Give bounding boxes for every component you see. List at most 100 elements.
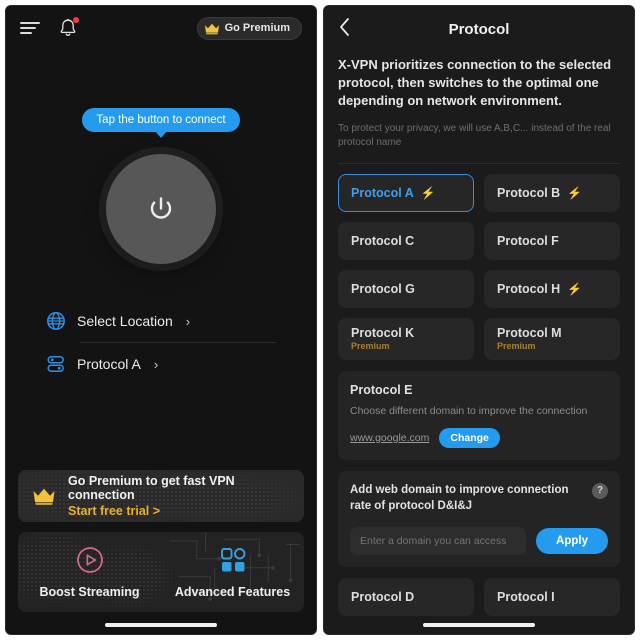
premium-badge: Premium	[497, 341, 536, 352]
protocol-option-g[interactable]: Protocol G	[338, 269, 474, 308]
premium-banner-text: Go Premium to get fast VPN connection St…	[68, 474, 290, 518]
protocol-row[interactable]: Protocol A ›	[46, 345, 276, 383]
home-screen-content: Go Premium Tap the button to connect Sel…	[6, 6, 316, 634]
lightning-icon: ⚡	[420, 185, 436, 200]
protocol-option-inner: Protocol A ⚡	[351, 186, 461, 200]
premium-banner-title: Go Premium to get fast VPN connection	[68, 474, 235, 502]
select-location-row[interactable]: Select Location ›	[46, 302, 276, 340]
bell-icon[interactable]	[58, 17, 79, 39]
protocol-header: Protocol	[324, 6, 634, 52]
protocol-option-name: Protocol M	[497, 326, 562, 341]
boost-streaming-label: Boost Streaming	[39, 585, 140, 599]
go-premium-label: Go Premium	[224, 22, 290, 34]
protocol-option-inner: Protocol D	[351, 590, 461, 604]
protocol-option-name: Protocol K	[351, 326, 415, 341]
protocol-option-inner: Protocol C	[351, 234, 461, 248]
feature-cards: Boost Streaming Advanced Features	[18, 532, 304, 612]
protocol-option-name: Protocol C	[351, 233, 415, 248]
change-domain-button[interactable]: Change	[439, 427, 500, 448]
power-icon	[150, 197, 172, 219]
advanced-features-label: Advanced Features	[174, 585, 291, 599]
protocol-e-title: Protocol E	[350, 382, 413, 397]
add-domain-head: Add web domain to improve connection rat…	[350, 482, 608, 515]
protocol-option-d[interactable]: Protocol D	[338, 577, 474, 616]
protocol-e-subtitle: Choose different domain to improve the c…	[350, 404, 588, 417]
add-domain-title: Add web domain to improve connection rat…	[350, 483, 569, 512]
protocol-option-name: Protocol F	[497, 233, 559, 248]
protocol-option-i[interactable]: Protocol I	[484, 577, 620, 616]
home-topbar: Go Premium	[6, 6, 316, 50]
add-domain-card: Add web domain to improve connection rat…	[338, 470, 620, 567]
home-bottom-cards: Go Premium to get fast VPN connection St…	[6, 470, 316, 634]
screenshot-stage: Go Premium Tap the button to connect Sel…	[0, 0, 640, 640]
protocol-option-inner: Protocol G	[351, 282, 461, 296]
hamburger-line	[20, 22, 40, 24]
rows-divider	[80, 342, 276, 343]
phone-home-screen: Go Premium Tap the button to connect Sel…	[5, 5, 317, 635]
protocol-option-b[interactable]: Protocol B ⚡	[484, 173, 620, 212]
protocol-option-name: Protocol A	[351, 185, 414, 200]
protocol-option-name: Protocol D	[351, 589, 415, 604]
go-premium-button[interactable]: Go Premium	[196, 16, 302, 40]
protocol-e-domain-line: www.google.com Change	[350, 427, 608, 448]
premium-badge: Premium	[351, 341, 390, 352]
domain-input[interactable]	[350, 526, 527, 555]
lightning-icon: ⚡	[567, 281, 583, 296]
protocol-grid-bottom: Protocol D Protocol I	[338, 577, 620, 616]
quick-settings-rows: Select Location › Protocol A ›	[6, 302, 316, 383]
question-mark-icon[interactable]: ?	[592, 482, 608, 499]
protocol-body: X-VPN prioritizes connection to the sele…	[324, 52, 634, 634]
protocol-option-inner: Protocol I	[497, 590, 607, 604]
current-domain-link[interactable]: www.google.com	[350, 432, 429, 444]
grid-squares-icon	[220, 548, 245, 572]
protocol-option-name: Protocol G	[351, 281, 415, 296]
boost-streaming-card[interactable]: Boost Streaming	[18, 532, 161, 612]
protocol-e-card: Protocol E Choose different domain to im…	[338, 370, 620, 460]
hamburger-menu-icon[interactable]	[20, 22, 40, 34]
notification-badge-dot	[73, 17, 79, 23]
hamburger-line	[20, 27, 36, 29]
advanced-features-card[interactable]: Advanced Features	[161, 532, 304, 612]
protocol-option-name: Protocol H	[497, 281, 561, 296]
start-free-trial-link[interactable]: Start free trial >	[68, 504, 290, 518]
protocol-option-inner: Protocol K	[351, 326, 461, 340]
protocol-description: X-VPN prioritizes connection to the sele…	[338, 57, 612, 108]
phone-protocol-screen: Protocol X-VPN prioritizes connection to…	[323, 5, 635, 635]
crown-icon	[204, 23, 219, 34]
crown-icon	[33, 488, 55, 505]
protocol-option-inner: Protocol F	[497, 234, 607, 248]
protocol-option-inner: Protocol H ⚡	[497, 282, 607, 296]
apply-button[interactable]: Apply	[536, 527, 608, 554]
page-title: Protocol	[448, 20, 510, 38]
protocol-option-inner: Protocol M	[497, 326, 607, 340]
protocol-option-h[interactable]: Protocol H ⚡	[484, 269, 620, 308]
play-circle-icon	[76, 547, 103, 573]
premium-banner[interactable]: Go Premium to get fast VPN connection St…	[18, 470, 304, 522]
protocol-privacy-note: To protect your privacy, we will use A,B…	[338, 122, 611, 149]
protocol-option-name: Protocol B	[497, 185, 561, 200]
protocol-option-k[interactable]: Protocol K Premium	[338, 317, 474, 360]
lightning-icon: ⚡	[567, 185, 583, 200]
protocol-option-a[interactable]: Protocol A ⚡	[338, 173, 474, 212]
protocol-icon	[47, 356, 64, 372]
add-domain-input-row: Apply	[350, 526, 608, 555]
protocol-row-chevron: ›	[153, 356, 159, 372]
protocol-grid-top: Protocol A ⚡ Protocol B ⚡ Protocol C Pro…	[338, 173, 620, 360]
globe-icon	[47, 312, 65, 330]
protocol-row-label: Protocol A	[77, 356, 141, 372]
protocol-option-inner: Protocol B ⚡	[497, 186, 607, 200]
select-location-chevron: ›	[185, 313, 191, 329]
select-location-label: Select Location	[77, 313, 173, 329]
protocol-option-f[interactable]: Protocol F	[484, 221, 620, 260]
section-divider	[338, 162, 620, 164]
protocol-option-m[interactable]: Protocol M Premium	[484, 317, 620, 360]
home-indicator	[105, 623, 217, 627]
hamburger-line	[20, 32, 32, 34]
home-indicator	[423, 623, 535, 627]
protocol-option-name: Protocol I	[497, 589, 555, 604]
connect-area: Tap the button to connect Select Locatio…	[6, 50, 316, 470]
protocol-screen-content: Protocol X-VPN prioritizes connection to…	[324, 6, 634, 634]
power-button[interactable]	[106, 154, 216, 264]
connect-tooltip: Tap the button to connect	[82, 108, 240, 138]
protocol-option-c[interactable]: Protocol C	[338, 221, 474, 260]
